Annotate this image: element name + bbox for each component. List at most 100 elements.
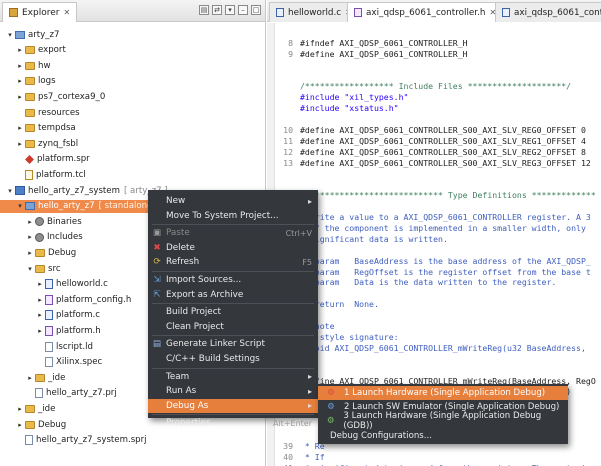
code-line: #include "xstatus.h" (275, 103, 601, 114)
menu-separator (152, 224, 314, 226)
menu-item-generate-linker-script[interactable]: ▤ Generate Linker Script (148, 337, 318, 351)
tree-item[interactable]: ▸ zynq_fsbl (0, 137, 78, 150)
menu-item-run-as[interactable]: Run As ▸ (148, 384, 318, 398)
expand-toggle-icon[interactable]: ▸ (26, 218, 34, 226)
expand-toggle-icon[interactable]: ▸ (26, 249, 34, 257)
editor-tab[interactable]: axi_qdsp_6061_controller.h ✕ (347, 2, 504, 22)
debug-as-item[interactable]: Debug Configurations... (318, 429, 568, 443)
tree-item[interactable]: ▸ _ide (0, 402, 55, 415)
tree-item[interactable]: ▾ arty_z7 (0, 28, 59, 41)
tab-explorer[interactable]: Explorer ✕ (2, 2, 78, 22)
submenu-arrow-icon: ▸ (307, 196, 312, 206)
link-with-editor-icon[interactable]: ⇄ (212, 5, 222, 15)
editor-tab-label: axi_qdsp_6061_contr (514, 7, 601, 18)
expand-toggle-icon[interactable]: ▸ (26, 374, 34, 382)
line-number: 12 (283, 146, 293, 157)
tree-item[interactable]: hello_arty_z7_system.sprj (0, 434, 147, 447)
c-file-icon (502, 8, 510, 17)
tree-item-label: hello_arty_z7_system (28, 185, 120, 196)
debug-as-item[interactable]: ⚙ 1 Launch Hardware (Single Application D… (318, 386, 568, 400)
tree-item[interactable]: ▸ platform.c (0, 309, 100, 322)
tree-item[interactable]: ▸ Includes (0, 231, 83, 244)
launch-emulator-icon: ⚙ (327, 402, 335, 413)
tree-item[interactable]: platform.spr (0, 153, 90, 166)
expand-toggle-icon[interactable]: ▸ (16, 124, 24, 132)
menu-item-properties[interactable]: Properties Alt+Enter (148, 416, 318, 430)
tree-item[interactable]: Xilinx.spec (0, 356, 102, 369)
tree-item[interactable]: ▸ Binaries (0, 215, 81, 228)
tree-item-label: platform_config.h (56, 294, 132, 305)
menu-item-label: C/C++ Build Settings (166, 354, 260, 364)
menu-item-delete[interactable]: ✖ Delete (148, 241, 318, 255)
line-number (275, 430, 293, 441)
tree-item[interactable]: ▾ hello_arty_z7_system[ arty_z7 ] (0, 184, 167, 197)
menu-item-clean-project[interactable]: Clean Project (148, 320, 318, 334)
tree-item-label: logs (38, 76, 56, 87)
tree-item[interactable]: ▸ logs (0, 75, 56, 88)
tree-item[interactable]: ▾ src (0, 262, 60, 275)
h-file-icon (45, 325, 53, 336)
expand-toggle-icon[interactable]: ▸ (16, 405, 24, 413)
tree-item[interactable]: ▸ export (0, 44, 66, 57)
expand-toggle-icon[interactable]: ▾ (26, 265, 34, 273)
tree-item[interactable]: lscript.ld (0, 340, 93, 353)
menu-item-new[interactable]: New ▸ (148, 194, 318, 208)
tree-item[interactable]: ▸ Debug (0, 418, 66, 431)
collapse-all-icon[interactable]: ▤ (199, 5, 209, 15)
tree-item[interactable]: hello_arty_z7.prj (0, 387, 117, 400)
menu-item-export-as-archive[interactable]: ⇱ Export as Archive (148, 288, 318, 302)
expand-toggle-icon[interactable]: ▸ (16, 140, 24, 148)
expand-toggle-icon[interactable]: ▾ (16, 202, 24, 210)
c-file-icon (276, 8, 284, 17)
menu-item-move-to-system-project[interactable]: Move To System Project... (148, 209, 318, 223)
menu-item-build-project[interactable]: Build Project (148, 305, 318, 319)
close-icon[interactable]: ✕ (63, 8, 70, 17)
expand-toggle-icon[interactable]: ▸ (16, 77, 24, 85)
line-number (275, 60, 293, 71)
expand-toggle-icon[interactable]: ▾ (6, 31, 14, 39)
menu-item-debug-as[interactable]: Debug As ▸ (148, 398, 318, 413)
tree-item[interactable]: ▸ hw (0, 59, 50, 72)
tree-item[interactable]: platform.tcl (0, 168, 86, 181)
expand-toggle-icon[interactable]: ▸ (36, 280, 44, 288)
line-number: 8 (288, 37, 293, 48)
tree-item[interactable]: ▸ ps7_cortexa9_0 (0, 90, 105, 103)
line-number: 9 (288, 48, 293, 59)
debug-as-item[interactable]: ⚙ 3 Launch Hardware (Single Application D… (318, 411, 568, 431)
code-line: 9 #define AXI_QDSP_6061_CONTROLLER_H (275, 49, 601, 60)
minimize-icon[interactable]: – (238, 5, 248, 15)
code-line: 11 #define AXI_QDSP_6061_CONTROLLER_S00_A… (275, 136, 601, 147)
editor-tab[interactable]: axi_qdsp_6061_contr (495, 2, 601, 22)
expand-toggle-icon[interactable]: ▸ (36, 327, 44, 335)
menu-separator (152, 271, 314, 272)
tree-item[interactable]: ▸ helloworld.c (0, 278, 108, 291)
expand-toggle-icon[interactable]: ▸ (16, 93, 24, 101)
code-line: @param Data is the data written to the r… (275, 277, 601, 288)
menu-separator (152, 303, 314, 305)
tree-item[interactable]: ▸ platform.h (0, 324, 101, 337)
expand-toggle-icon[interactable]: ▸ (26, 233, 34, 241)
tree-item[interactable]: ▸ platform_config.h (0, 293, 131, 306)
maximize-icon[interactable]: □ (251, 5, 261, 15)
code-line: 12 #define AXI_QDSP_6061_CONTROLLER_S00_A… (275, 147, 601, 158)
tree-item-label: hello_arty_z7_system.sprj (36, 435, 147, 446)
expand-toggle-icon[interactable]: ▾ (6, 187, 14, 195)
menu-item-import-sources[interactable]: ⇲ Import Sources... (148, 273, 318, 287)
expand-toggle-icon[interactable]: ▸ (36, 311, 44, 319)
tree-item[interactable]: resources (0, 106, 80, 119)
expand-toggle-icon[interactable]: ▸ (16, 46, 24, 54)
launch-gdb-icon: ⚙ (326, 416, 335, 427)
expand-toggle-icon[interactable]: ▸ (36, 296, 44, 304)
tree-item[interactable]: ▸ _ide (0, 371, 65, 384)
expand-toggle-icon[interactable]: ▸ (16, 421, 24, 429)
view-menu-icon[interactable]: ▾ (225, 5, 235, 15)
expand-toggle-icon[interactable]: ▸ (16, 62, 24, 70)
code-text: * significant data is read from the regi… (300, 463, 596, 466)
menu-item-c-c-build-settings[interactable]: C/C++ Build Settings (148, 352, 318, 366)
code-line: 8 #ifndef AXI_QDSP_6061_CONTROLLER_H (275, 38, 601, 49)
menu-item-team[interactable]: Team ▸ (148, 370, 318, 384)
editor-tab[interactable]: helloworld.c✕ (269, 2, 359, 22)
tree-item[interactable]: ▸ tempdsa (0, 122, 75, 135)
tree-item[interactable]: ▸ Debug (0, 246, 76, 259)
menu-item-refresh[interactable]: ⟳ Refresh F5 (148, 255, 318, 269)
